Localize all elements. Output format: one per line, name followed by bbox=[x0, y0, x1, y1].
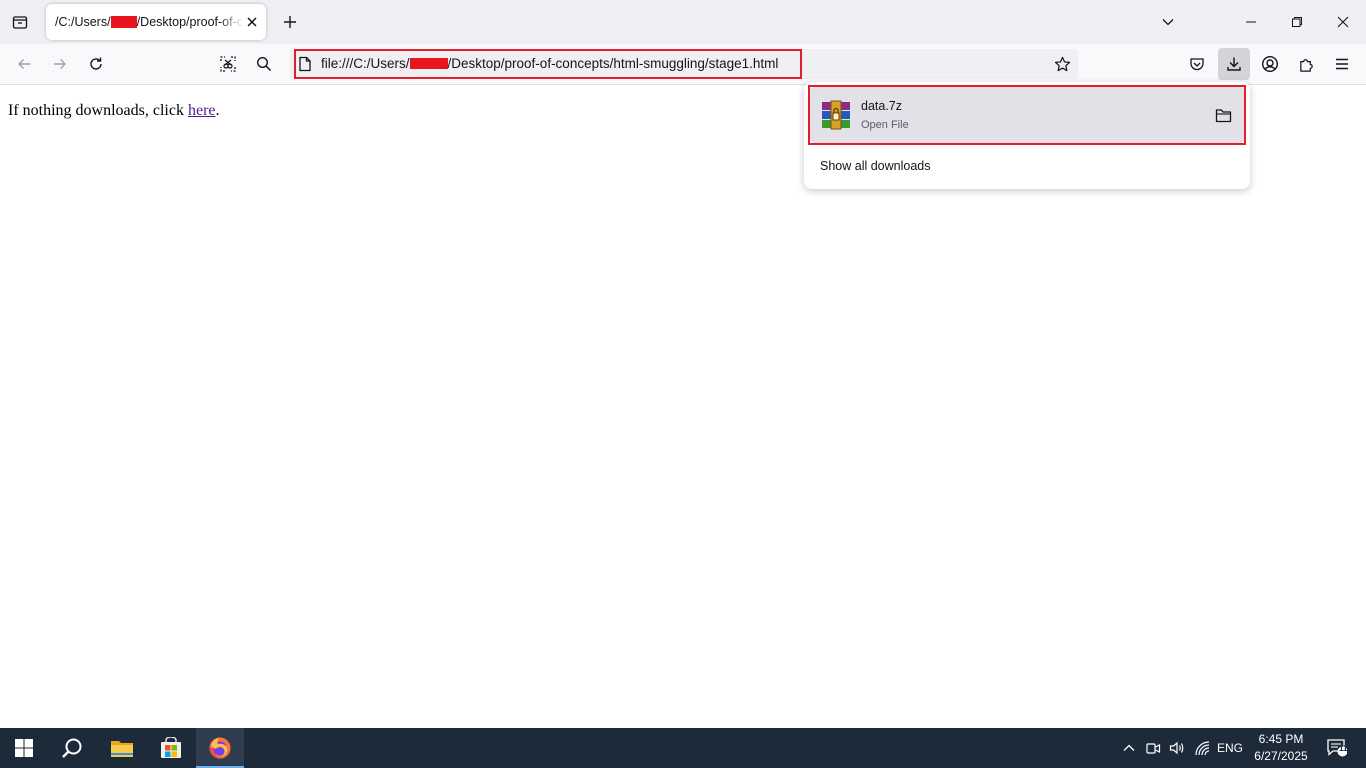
pocket-button[interactable] bbox=[1181, 48, 1213, 80]
page-text-before: If nothing downloads, click bbox=[8, 102, 188, 119]
here-link[interactable]: here bbox=[188, 102, 216, 119]
menu-icon bbox=[1336, 58, 1348, 70]
tab-title-prefix: /C:/Users/ bbox=[55, 15, 111, 29]
taskbar-store[interactable] bbox=[147, 728, 195, 768]
tab-list-icon bbox=[12, 16, 28, 29]
windows-start-icon bbox=[15, 739, 33, 757]
list-all-tabs-button[interactable] bbox=[1154, 8, 1182, 36]
clock[interactable]: 6:45 PM 6/27/2025 bbox=[1252, 731, 1310, 765]
volume-tray-icon[interactable] bbox=[1166, 728, 1188, 768]
extensions-icon bbox=[1299, 58, 1313, 72]
tab-title: /C:/Users/ /Desktop/proof-of-c bbox=[55, 15, 243, 29]
reload-icon bbox=[90, 57, 102, 70]
network-tray-icon[interactable] bbox=[1191, 728, 1213, 768]
page-message: If nothing downloads, click here. bbox=[8, 102, 220, 120]
language-indicator[interactable]: ENG bbox=[1214, 728, 1246, 768]
screenshot-button[interactable] bbox=[212, 48, 244, 80]
url-highlight-box bbox=[294, 49, 802, 79]
pocket-icon bbox=[1190, 58, 1204, 71]
forward-icon bbox=[54, 59, 66, 69]
star-icon bbox=[1054, 56, 1070, 71]
download-icon bbox=[1227, 57, 1241, 71]
page-text-after: . bbox=[215, 102, 220, 119]
tab-active[interactable]: /C:/Users/ /Desktop/proof-of-c bbox=[46, 4, 266, 40]
minimize-icon bbox=[1246, 21, 1256, 23]
close-window-button[interactable] bbox=[1320, 0, 1366, 44]
account-icon bbox=[1261, 55, 1279, 73]
restore-icon bbox=[1292, 17, 1302, 27]
back-icon bbox=[18, 59, 30, 69]
new-tab-button[interactable] bbox=[276, 8, 304, 36]
chevron-down-icon bbox=[1162, 19, 1174, 26]
downloads-button[interactable] bbox=[1218, 48, 1250, 80]
account-button[interactable] bbox=[1254, 48, 1286, 80]
download-highlight-box bbox=[808, 85, 1246, 145]
back-button[interactable] bbox=[8, 48, 40, 80]
tab-strip: /C:/Users/ /Desktop/proof-of-c bbox=[0, 0, 1366, 44]
bookmark-star-button[interactable] bbox=[1050, 52, 1074, 76]
reload-button[interactable] bbox=[80, 48, 112, 80]
notification-count: 11 bbox=[1339, 744, 1348, 753]
close-icon bbox=[1337, 16, 1349, 28]
search-icon bbox=[62, 738, 82, 758]
search-button[interactable] bbox=[248, 48, 280, 80]
show-hidden-icons-button[interactable] bbox=[1118, 728, 1140, 768]
menu-button[interactable] bbox=[1326, 48, 1358, 80]
redaction-bar bbox=[110, 16, 137, 28]
wifi-icon bbox=[1194, 740, 1209, 755]
search-icon bbox=[256, 56, 272, 72]
forward-button[interactable] bbox=[44, 48, 76, 80]
chevron-up-icon bbox=[1123, 744, 1135, 751]
tab-list-button[interactable] bbox=[6, 8, 34, 36]
camera-icon bbox=[1145, 742, 1160, 754]
taskbar-firefox[interactable] bbox=[196, 728, 244, 768]
extensions-button[interactable] bbox=[1290, 48, 1322, 80]
start-button[interactable] bbox=[0, 728, 48, 768]
volume-icon bbox=[1169, 741, 1184, 755]
tab-close-button[interactable] bbox=[242, 12, 262, 32]
close-icon bbox=[247, 17, 257, 27]
notification-center-button[interactable]: 11 bbox=[1320, 728, 1354, 768]
plus-icon bbox=[284, 16, 296, 28]
store-icon bbox=[161, 737, 181, 758]
clock-date: 6/27/2025 bbox=[1254, 749, 1308, 763]
file-explorer-icon bbox=[111, 741, 133, 757]
language-label: ENG bbox=[1216, 741, 1243, 755]
screenshot-icon bbox=[220, 56, 236, 72]
taskbar-file-explorer[interactable] bbox=[98, 728, 146, 768]
taskbar-search-button[interactable] bbox=[48, 728, 96, 768]
minimize-button[interactable] bbox=[1228, 0, 1274, 44]
windows-taskbar: ENG 6:45 PM 6/27/2025 11 bbox=[0, 728, 1366, 768]
clock-time: 6:45 PM bbox=[1258, 732, 1304, 746]
firefox-icon bbox=[209, 737, 231, 759]
restore-button[interactable] bbox=[1274, 0, 1320, 44]
camera-tray-icon[interactable] bbox=[1142, 728, 1164, 768]
show-all-downloads-link[interactable]: Show all downloads bbox=[820, 159, 931, 173]
